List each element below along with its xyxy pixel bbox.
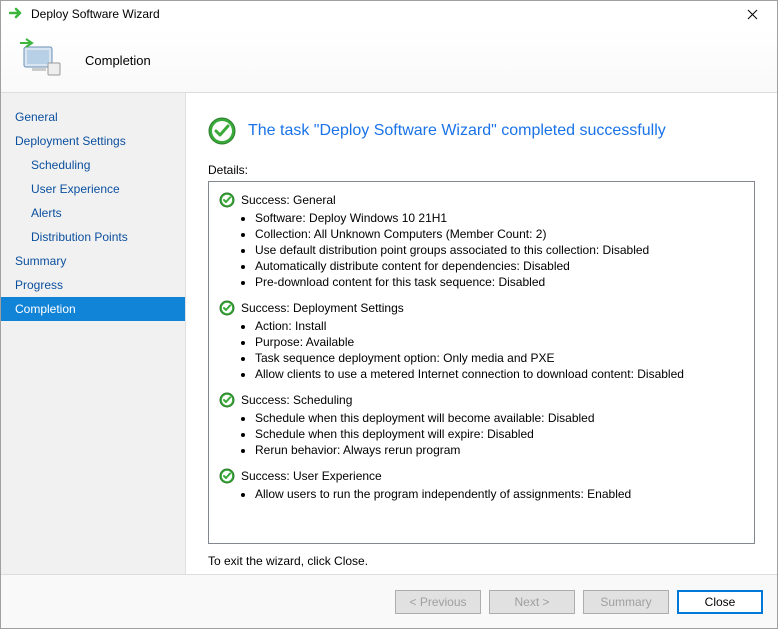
section-title: Success: User Experience (219, 468, 744, 484)
section-title: Success: Deployment Settings (219, 300, 744, 316)
section-item: Allow users to run the program independe… (255, 486, 744, 502)
section-item: Automatically distribute content for dep… (255, 258, 744, 274)
section-title-text: Success: Deployment Settings (241, 300, 404, 316)
main-panel: The task "Deploy Software Wizard" comple… (186, 93, 777, 574)
section-item: Collection: All Unknown Computers (Membe… (255, 226, 744, 242)
section-title: Success: General (219, 192, 744, 208)
section-item: Task sequence deployment option: Only me… (255, 350, 744, 366)
page-heading: Completion (85, 53, 151, 68)
wizard-header: Completion (1, 28, 777, 93)
sidebar-item-general[interactable]: General (1, 105, 185, 129)
section-item: Pre-download content for this task seque… (255, 274, 744, 290)
wizard-body: GeneralDeployment SettingsSchedulingUser… (1, 93, 777, 574)
sidebar-item-user-experience[interactable]: User Experience (1, 177, 185, 201)
sidebar-item-distribution-points[interactable]: Distribution Points (1, 225, 185, 249)
section-item: Use default distribution point groups as… (255, 242, 744, 258)
sidebar-item-summary[interactable]: Summary (1, 249, 185, 273)
success-check-icon (219, 392, 235, 408)
title-bar: Deploy Software Wizard (1, 1, 777, 28)
app-arrow-icon (9, 5, 25, 24)
sidebar-item-scheduling[interactable]: Scheduling (1, 153, 185, 177)
sidebar-item-progress[interactable]: Progress (1, 273, 185, 297)
section-items: Software: Deploy Windows 10 21H1Collecti… (255, 210, 744, 290)
success-check-icon (208, 117, 236, 145)
section-title-text: Success: General (241, 192, 336, 208)
section-title-text: Success: User Experience (241, 468, 382, 484)
section-items: Allow users to run the program independe… (255, 486, 744, 502)
close-icon (747, 9, 758, 20)
section-item: Allow clients to use a metered Internet … (255, 366, 744, 382)
section-item: Software: Deploy Windows 10 21H1 (255, 210, 744, 226)
window-close-button[interactable] (732, 1, 772, 28)
section-item: Purpose: Available (255, 334, 744, 350)
exit-instruction: To exit the wizard, click Close. (208, 554, 755, 568)
section-title: Success: Scheduling (219, 392, 744, 408)
details-section: Success: General Software: Deploy Windows… (219, 192, 744, 290)
details-box[interactable]: Success: General Software: Deploy Windows… (208, 181, 755, 544)
details-label: Details: (208, 163, 755, 177)
success-check-icon (219, 300, 235, 316)
summary-button: Summary (583, 590, 669, 614)
sidebar-item-alerts[interactable]: Alerts (1, 201, 185, 225)
sidebar-item-deployment-settings[interactable]: Deployment Settings (1, 129, 185, 153)
details-section: Success: User Experience Allow users to r… (219, 468, 744, 502)
details-section: Success: Scheduling Schedule when this de… (219, 392, 744, 458)
section-item: Rerun behavior: Always rerun program (255, 442, 744, 458)
section-items: Action: InstallPurpose: AvailableTask se… (255, 318, 744, 382)
success-check-icon (219, 192, 235, 208)
window-title: Deploy Software Wizard (31, 7, 160, 21)
section-item: Schedule when this deployment will becom… (255, 410, 744, 426)
next-button: Next > (489, 590, 575, 614)
computer-deploy-icon (17, 36, 65, 84)
nav-sidebar: GeneralDeployment SettingsSchedulingUser… (1, 93, 186, 574)
close-button[interactable]: Close (677, 590, 763, 614)
success-check-icon (219, 468, 235, 484)
section-item: Schedule when this deployment will expir… (255, 426, 744, 442)
section-item: Action: Install (255, 318, 744, 334)
sidebar-item-completion[interactable]: Completion (1, 297, 185, 321)
previous-button: < Previous (395, 590, 481, 614)
section-items: Schedule when this deployment will becom… (255, 410, 744, 458)
wizard-window: Deploy Software Wizard Completion Genera… (0, 0, 778, 629)
details-section: Success: Deployment Settings Action: Inst… (219, 300, 744, 382)
wizard-footer: < Previous Next > Summary Close (1, 574, 777, 628)
section-title-text: Success: Scheduling (241, 392, 352, 408)
success-message: The task "Deploy Software Wizard" comple… (248, 122, 666, 140)
completion-header: The task "Deploy Software Wizard" comple… (208, 117, 755, 145)
